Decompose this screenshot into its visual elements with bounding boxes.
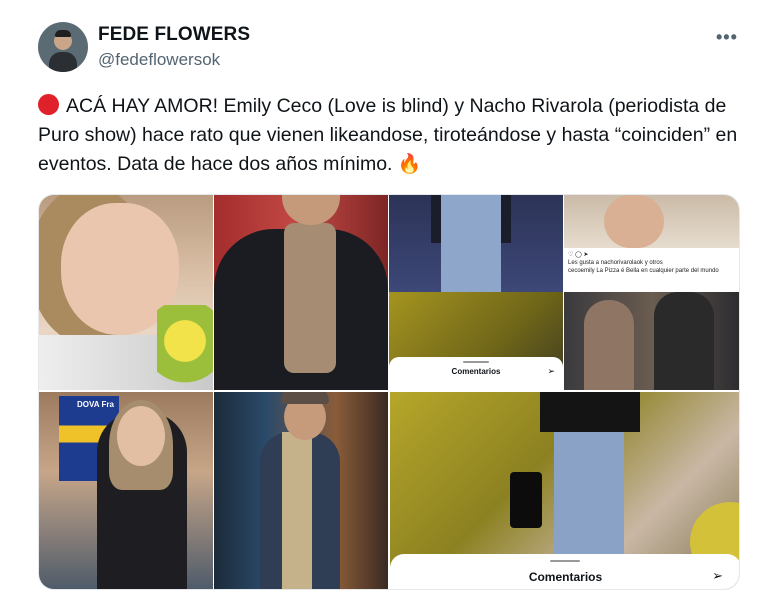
photo-interview[interactable] (564, 292, 739, 390)
comments-sheet-small: Comentarios ➢ (389, 357, 563, 390)
tweet-body: ACÁ HAY AMOR! Emily Ceco (Love is blind)… (38, 95, 738, 175)
author-display-name[interactable]: FEDE FLOWERS (98, 24, 250, 46)
instagram-action-icons: ♡ ◯ ➤ (568, 252, 589, 258)
send-icon: ➢ (712, 568, 723, 583)
more-options-icon[interactable]: ••• (716, 27, 738, 48)
photo-man-turtleneck[interactable] (214, 195, 388, 390)
photo-collage-arm[interactable] (564, 195, 739, 248)
send-icon: ➢ (547, 366, 555, 376)
photo-man-scarf[interactable] (214, 392, 388, 589)
instagram-caption: cecoemily La Pizza é Bella en cualquier … (568, 268, 719, 274)
drag-handle (463, 361, 489, 363)
photo-collage-jeans[interactable] (389, 195, 563, 292)
photo-woman-jersey[interactable]: DOVA Fra (39, 392, 213, 589)
fire-icon: 🔥 (397, 154, 422, 175)
red-circle-icon (38, 94, 59, 115)
jersey-text: DOVA Fra (77, 400, 114, 409)
tweet-card: FEDE FLOWERS @fedeflowersok ••• ACÁ HAY … (0, 0, 767, 611)
avatar[interactable] (38, 22, 88, 72)
instagram-likes: Les gusta a nachorivarolaok y otros (568, 260, 663, 266)
instagram-post-snippet: ♡ ◯ ➤ Les gusta a nachorivarolaok y otro… (564, 248, 739, 292)
photo-woman-smiling[interactable] (39, 195, 213, 390)
drag-handle (550, 560, 580, 562)
comments-sheet-big: Comentarios ➢ (390, 554, 739, 589)
comments-label-big: Comentarios (528, 570, 603, 584)
comments-label-small: Comentarios (451, 367, 501, 376)
author-handle[interactable]: @fedeflowersok (98, 50, 220, 70)
tweet-text: ACÁ HAY AMOR! Emily Ceco (Love is blind)… (38, 92, 748, 179)
media-grid[interactable]: ♡ ◯ ➤ Les gusta a nachorivarolaok y otro… (38, 194, 740, 590)
